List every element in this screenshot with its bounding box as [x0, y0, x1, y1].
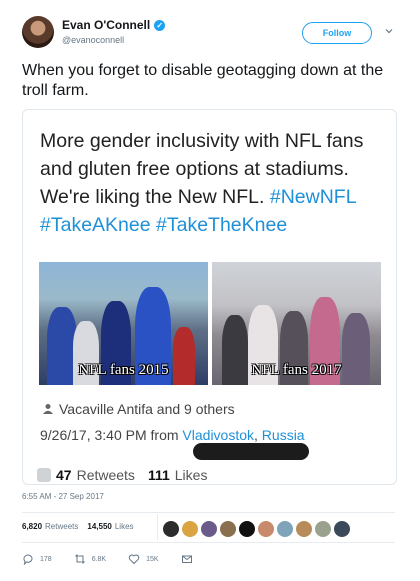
liker-avatar[interactable] [182, 521, 198, 537]
display-name[interactable]: Evan O'Connell [62, 18, 150, 32]
heart-icon[interactable] [128, 553, 140, 565]
embedded-photo-grid: NFL fans 2015 NFL fans 2017 [39, 262, 381, 385]
embedded-datetime-row: 9/26/17, 3:40 PM from Vladivostok, Russi… [40, 427, 305, 443]
user-handle[interactable]: @evanoconnell [62, 35, 124, 45]
envelope-icon[interactable] [181, 553, 193, 565]
liker-avatar[interactable] [220, 521, 236, 537]
tweet-media-image[interactable]: More gender inclusivity with NFL fans an… [22, 109, 397, 485]
photo-caption-left: NFL fans 2015 [78, 362, 169, 378]
chevron-down-icon[interactable] [384, 26, 394, 36]
retweet-action[interactable]: 6.8K [74, 553, 106, 565]
liker-avatar[interactable] [258, 521, 274, 537]
liker-avatar[interactable] [201, 521, 217, 537]
embedded-likes-count: 111 [147, 467, 170, 483]
embedded-location-city: Vladivostok [182, 427, 255, 443]
verified-icon: ✓ [154, 19, 166, 31]
likes-count[interactable]: 14,550 [87, 522, 111, 531]
tweet-stats: 6,820 Retweets 14,550 Likes [22, 522, 134, 531]
tweet-timestamp[interactable]: 6:55 AM - 27 Sep 2017 [22, 492, 104, 501]
image-icon [37, 468, 51, 482]
like-count: 15K [146, 555, 159, 563]
embedded-retweets-label: Retweets [76, 467, 135, 483]
divider [22, 542, 395, 543]
like-action[interactable]: 15K [128, 553, 159, 565]
reply-action[interactable]: 178 [22, 553, 52, 565]
liker-avatar[interactable] [334, 521, 350, 537]
embedded-retweets-count: 47 [56, 467, 72, 483]
liker-avatar[interactable] [239, 521, 255, 537]
embedded-stats: 47 Retweets 111 Likes [37, 467, 207, 483]
reply-count: 178 [40, 555, 52, 563]
tweet-header: Evan O'Connell ✓ @evanoconnell Follow [22, 16, 402, 52]
liker-avatar[interactable] [277, 521, 293, 537]
embedded-likes-label: Likes [174, 467, 208, 483]
stats-separator [157, 514, 158, 540]
embedded-tweet-text: More gender inclusivity with NFL fans an… [40, 127, 385, 239]
photo-caption-right: NFL fans 2017 [251, 362, 342, 378]
retweet-icon[interactable] [74, 553, 86, 565]
retweets-label[interactable]: Retweets [45, 522, 78, 531]
avatar[interactable] [22, 16, 54, 48]
likes-label[interactable]: Likes [115, 522, 134, 531]
liker-avatar[interactable] [296, 521, 312, 537]
liker-avatar[interactable] [315, 521, 331, 537]
embedded-photo-right: NFL fans 2017 [212, 262, 381, 385]
retweets-count[interactable]: 6,820 [22, 522, 42, 531]
divider [22, 512, 395, 513]
embedded-datetime: 9/26/17, 3:40 PM from [40, 427, 179, 443]
follow-button[interactable]: Follow [302, 22, 372, 44]
embedded-tagged: Vacaville Antifa and 9 others [59, 401, 235, 417]
liker-avatar[interactable] [163, 521, 179, 537]
embedded-photo-left: NFL fans 2015 [39, 262, 208, 385]
person-icon [43, 404, 53, 414]
name-row: Evan O'Connell ✓ [62, 18, 166, 32]
retweet-count: 6.8K [91, 555, 107, 563]
dm-action[interactable] [181, 553, 193, 565]
liker-avatars [163, 521, 350, 537]
embedded-tagged-row: Vacaville Antifa and 9 others [42, 401, 235, 417]
embedded-location-country: Russia [261, 427, 305, 443]
tweet-actions: 178 6.8K 15K [22, 553, 215, 565]
reply-icon[interactable] [22, 553, 34, 565]
redaction-bar [193, 443, 309, 460]
tweet-text: When you forget to disable geotagging do… [22, 62, 384, 99]
